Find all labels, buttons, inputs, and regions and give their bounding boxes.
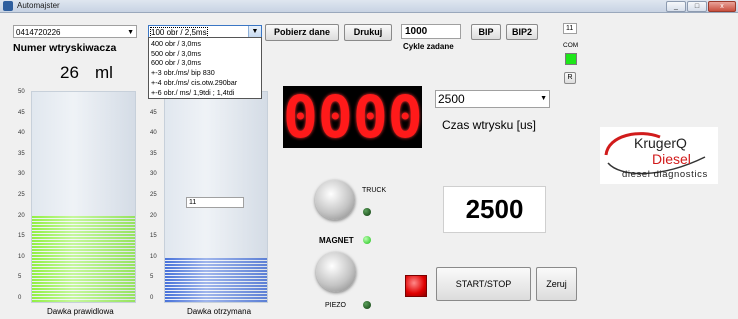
magnet-label: MAGNET <box>319 236 354 245</box>
speed-dropdown-list: 400 obr / 3,0ms 500 obr / 3,0ms 600 obr … <box>148 37 262 100</box>
bip-button[interactable]: BIP <box>471 24 501 40</box>
scale-tick-label: 50 <box>18 89 25 95</box>
dose-unit: ml <box>95 63 113 82</box>
chevron-down-icon: ▼ <box>540 95 547 102</box>
bip2-button[interactable]: BIP2 <box>506 24 538 40</box>
chevron-down-icon: ▼ <box>127 29 134 36</box>
counter-display: 0 0 0 0 <box>283 83 423 151</box>
app-icon <box>3 1 13 11</box>
start-stop-led <box>405 275 427 297</box>
truck-led <box>363 208 371 216</box>
scale-tick-label: 40 <box>150 130 157 137</box>
piezo-knob[interactable] <box>316 252 356 292</box>
scale-tick-label: 5 <box>18 274 22 281</box>
speed-option[interactable]: 400 obr / 3,0ms <box>149 39 261 49</box>
close-button[interactable]: x <box>708 1 736 12</box>
speed-option[interactable]: +-3 obr./ms/ bip 830 <box>149 68 261 78</box>
r-button[interactable]: R <box>564 72 576 84</box>
speed-option[interactable]: 600 obr / 3,0ms <box>149 58 261 68</box>
magnet-led <box>363 236 371 244</box>
title-bar: Automajster _ □ x <box>0 0 738 13</box>
counter-digit: 0 <box>387 83 423 151</box>
cycles-label: Cykle zadane <box>403 42 454 51</box>
injection-time-select[interactable]: 2500 ▼ <box>435 90 550 108</box>
com-status-led <box>565 53 577 65</box>
com-label: COM <box>563 42 579 49</box>
start-stop-button[interactable]: START/STOP <box>436 267 531 301</box>
maximize-button[interactable]: □ <box>687 1 707 12</box>
injector-number-value: 0414720226 <box>16 28 61 37</box>
logo-line2: Diesel <box>652 151 691 167</box>
injection-time-display: 2500 <box>443 186 546 233</box>
minimize-button[interactable]: _ <box>666 1 686 12</box>
scale-tick-label: 15 <box>18 233 25 240</box>
print-button[interactable]: Drukuj <box>344 24 392 41</box>
left-scale: 50 45 40 35 30 25 20 15 10 5 0 <box>18 89 32 302</box>
speed-option[interactable]: 500 obr / 3,0ms <box>149 49 261 59</box>
speed-selected-value: 100 obr / 2,5ms <box>150 27 208 38</box>
received-dose-field[interactable]: 11 <box>186 197 244 208</box>
scale-tick-label: 20 <box>18 212 25 219</box>
logo-line3: diesel diagnostics <box>622 169 708 180</box>
fetch-data-button[interactable]: Pobierz dane <box>265 24 339 41</box>
chevron-down-icon[interactable]: ▼ <box>248 26 261 37</box>
scale-tick-label: 35 <box>18 150 25 157</box>
injection-time-label: Czas wtrysku [us] <box>442 118 537 132</box>
com-port-field[interactable]: 11 <box>563 23 577 34</box>
scale-tick-label: 45 <box>18 109 25 116</box>
scale-tick-label: 30 <box>18 171 25 178</box>
krugerq-logo: KrugerQ Diesel diesel diagnostics <box>600 127 718 184</box>
injection-time-value: 2500 <box>438 92 465 106</box>
scale-tick-label: 45 <box>150 109 157 116</box>
counter-digit: 0 <box>317 83 353 151</box>
scale-tick-label: 40 <box>18 130 25 137</box>
scale-tick-label: 15 <box>150 233 157 240</box>
left-cylinder <box>31 91 136 303</box>
dose-value: 26 <box>60 63 79 82</box>
piezo-label: PIEZO <box>325 302 347 309</box>
truck-label: TRUCK <box>362 187 387 194</box>
right-cylinder-label: Dawka otrzymana <box>187 307 252 316</box>
piezo-led <box>363 301 371 309</box>
speed-option[interactable]: +-4 obr./ms/ cis.otw.290bar <box>149 78 261 88</box>
scale-tick-label: 10 <box>18 253 25 260</box>
scale-tick-label: 10 <box>150 253 157 260</box>
scale-tick-label: 35 <box>150 150 157 157</box>
cycles-input[interactable]: 1000 <box>401 24 461 39</box>
counter-digit: 0 <box>352 83 388 151</box>
window-title: Automajster <box>17 1 60 10</box>
scale-tick-label: 5 <box>150 274 154 281</box>
scale-tick-label: 30 <box>150 171 157 178</box>
scale-tick-label: 20 <box>150 212 157 219</box>
right-scale: 50454035302520151050 <box>150 89 164 302</box>
truck-knob[interactable] <box>315 180 355 220</box>
reset-button[interactable]: Zeruj <box>536 267 577 301</box>
injector-number-label: Numer wtryskiwacza <box>13 42 117 54</box>
speed-option[interactable]: +-6 obr./ ms/ 1,9tdi ; 1,4tdi <box>149 88 261 98</box>
injector-number-select[interactable]: 0414720226 ▼ <box>13 25 137 38</box>
scale-tick-label: 0 <box>150 295 154 301</box>
scale-tick-label: 25 <box>18 192 25 198</box>
scale-tick-label: 25 <box>150 192 157 198</box>
logo-line1: KrugerQ <box>634 135 687 151</box>
left-cylinder-label: Dawka prawidlowa <box>47 307 114 316</box>
scale-tick-label: 0 <box>18 295 22 301</box>
counter-digit: 0 <box>283 83 318 151</box>
